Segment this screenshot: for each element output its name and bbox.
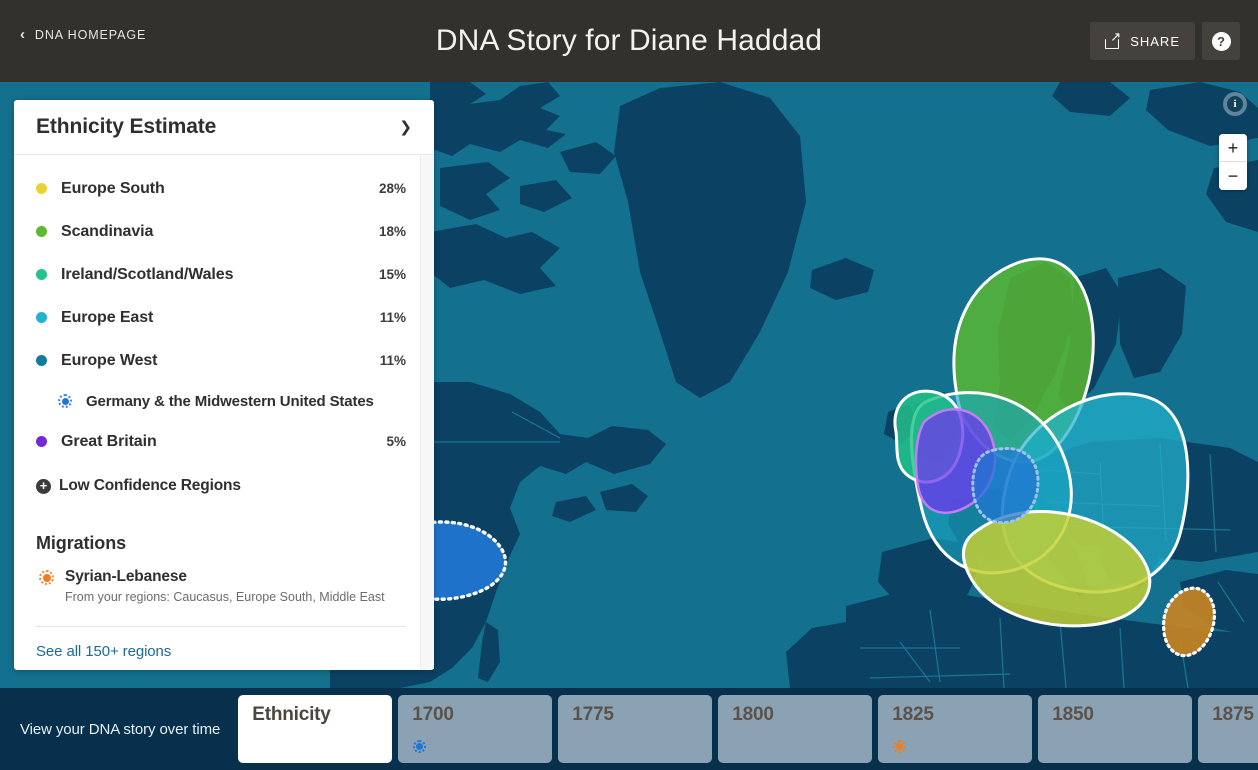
low-confidence-regions-toggle[interactable]: + Low Confidence Regions [36,465,406,507]
timeline-card-label: 1825 [892,704,934,725]
timeline-card-1775[interactable]: 1775 [558,695,713,763]
timeline-label: View your DNA story over time [20,720,221,738]
migration-name: Syrian-Lebanese [65,568,187,585]
ethnicity-color-dot [36,312,47,323]
ethnicity-estimate-panel: Ethnicity Estimate ❯ Europe South 28% Sc… [14,100,434,670]
ethnicity-color-dot [36,355,47,366]
ethnicity-row-ireland-scotland-wales[interactable]: Ireland/Scotland/Wales 15% [36,253,406,296]
ethnicity-percent: 5% [386,434,406,449]
migration-detail: From your regions: Caucasus, Europe Sout… [65,590,385,604]
timeline-card-label: 1875 [1212,704,1254,725]
back-link-label: DNA HOMEPAGE [34,28,147,42]
dna-homepage-back-link[interactable]: ‹ DNA HOMEPAGE [20,26,147,43]
ethnicity-name: Scandinavia [61,222,154,240]
timeline-marker-orange-icon [893,740,907,753]
header-actions: SHARE ? [1090,22,1240,60]
share-button-label: SHARE [1130,33,1180,49]
migrations-heading: Migrations [36,533,127,553]
subregion-marker-icon [58,394,72,408]
see-all-regions-link[interactable]: See all 150+ regions [36,643,171,660]
timeline-card-1850[interactable]: 1850 [1038,695,1193,763]
ethnicity-row-europe-south[interactable]: Europe South 28% [36,167,406,210]
map-info-button[interactable]: i [1223,92,1247,116]
timeline-card-label: 1800 [732,704,774,725]
app-header: ‹ DNA HOMEPAGE DNA Story for Diane Hadda… [0,0,1258,82]
ethnicity-color-dot [36,269,47,280]
ethnicity-percent: 11% [379,310,406,325]
ethnicity-name: Europe South [61,179,165,197]
low-confidence-regions-label: Low Confidence Regions [59,477,241,494]
ethnicity-color-dot [36,183,47,194]
share-button[interactable]: SHARE [1090,22,1195,60]
ethnicity-color-dot [36,226,47,237]
migration-marker-icon [39,570,54,585]
migration-text: Syrian-Lebanese From your regions: Cauca… [65,568,406,604]
ethnicity-panel-header[interactable]: Ethnicity Estimate ❯ [14,100,434,155]
timeline-card-1700[interactable]: 1700 [398,695,553,763]
ethnicity-color-dot [36,436,47,447]
ethnicity-panel-scroll-area[interactable]: Europe South 28% Scandinavia 18% Ireland… [14,155,434,670]
ethnicity-row-europe-west[interactable]: Europe West 11% [36,339,406,382]
question-mark-icon: ? [1211,31,1231,51]
timeline-card-label: Ethnicity [252,704,331,725]
ethnicity-panel-footer: See all 150+ regions [36,626,406,661]
migration-row-syrian-lebanese[interactable]: Syrian-Lebanese From your regions: Cauca… [36,568,406,604]
map-zoom-controls: + − [1219,134,1247,190]
subregion-name: Germany & the Midwestern United States [86,392,374,410]
timeline-card-1800[interactable]: 1800 [718,695,873,763]
dna-story-timeline: View your DNA story over time Ethnicity … [0,688,1258,770]
ethnicity-panel-body: Europe South 28% Scandinavia 18% Ireland… [14,155,434,670]
ethnicity-percent: 15% [378,267,406,282]
dna-story-page: ‹ DNA HOMEPAGE DNA Story for Diane Hadda… [0,0,1258,770]
ethnicity-percent: 28% [378,181,406,196]
page-title: DNA Story for Diane Haddad [435,24,823,57]
timeline-card-label: 1775 [572,704,614,725]
ethnicity-row-great-britain[interactable]: Great Britain 5% [36,420,406,463]
ethnicity-name: Great Britain [61,432,157,450]
ethnicity-name: Europe West [61,351,158,369]
zoom-in-button[interactable]: + [1219,134,1247,162]
ethnicity-row-europe-east[interactable]: Europe East 11% [36,296,406,339]
chevron-left-icon: ‹ [20,26,26,43]
info-icon: i [1227,96,1243,112]
chevron-down-icon[interactable]: ❯ [399,120,412,135]
timeline-card-label: 1700 [412,704,454,725]
timeline-card-ethnicity[interactable]: Ethnicity [238,695,393,763]
timeline-track[interactable]: Ethnicity 1700 1775 1800 1825 1850 1875 [238,695,1258,763]
timeline-marker-blue-icon [413,740,427,753]
subregion-row-germany-midwestern-us[interactable]: Germany & the Midwestern United States [36,382,406,420]
ethnicity-row-scandinavia[interactable]: Scandinavia 18% [36,210,406,253]
zoom-out-button[interactable]: − [1219,162,1247,190]
help-button[interactable]: ? [1202,22,1240,60]
ethnicity-name: Europe East [61,308,154,326]
map-subregion-germany[interactable] [971,447,1040,525]
timeline-card-1825[interactable]: 1825 [878,695,1033,763]
plus-circle-icon: + [36,478,51,494]
timeline-card-1875[interactable]: 1875 [1198,695,1258,763]
ethnicity-name: Ireland/Scotland/Wales [61,265,234,283]
ethnicity-percent: 11% [379,353,406,368]
share-icon [1105,30,1122,49]
ethnicity-percent: 18% [378,224,406,239]
timeline-card-label: 1850 [1052,704,1094,725]
ethnicity-panel-title: Ethnicity Estimate [36,115,217,138]
